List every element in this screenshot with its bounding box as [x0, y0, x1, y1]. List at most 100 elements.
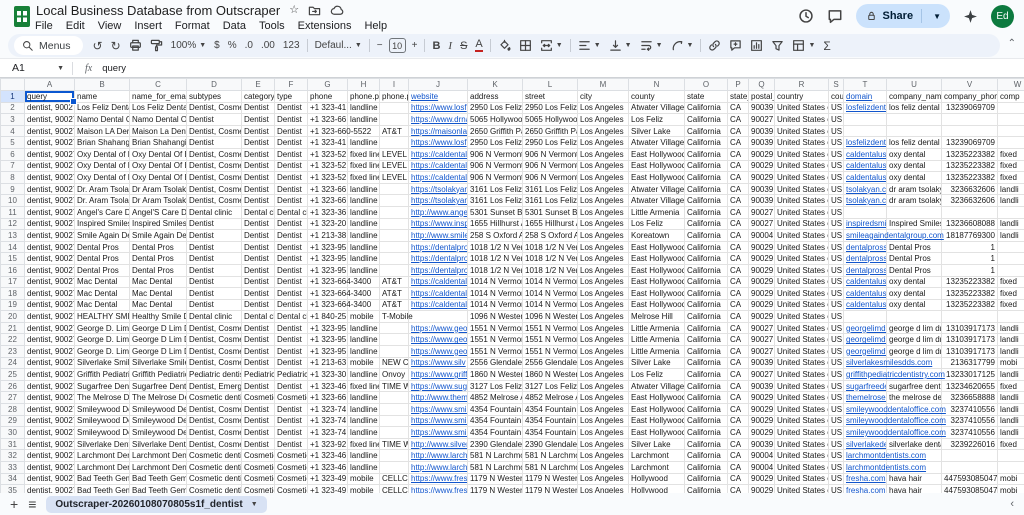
cell-D17[interactable]: Dentist: [186, 275, 242, 289]
cell-H27[interactable]: landline: [347, 391, 380, 405]
cell-R12[interactable]: United States of: [774, 217, 829, 231]
cell-I23[interactable]: [379, 345, 409, 358]
cell-P28[interactable]: CA: [727, 403, 749, 416]
cell-F2[interactable]: Dentist: [274, 101, 308, 115]
cell-P29[interactable]: CA: [727, 414, 749, 428]
menu-file[interactable]: File: [35, 20, 53, 32]
cell-S7[interactable]: US: [828, 159, 844, 173]
cell-L10[interactable]: 3161 Los Feliz E: [522, 194, 578, 207]
cell-D33[interactable]: Cosmetic dentis: [186, 461, 242, 474]
cell-T11[interactable]: [843, 205, 887, 219]
cell-W16[interactable]: [997, 263, 1024, 277]
cell-W34[interactable]: mobi: [997, 472, 1024, 486]
column-header-N[interactable]: N: [628, 78, 685, 91]
cell-N3[interactable]: Los Feliz: [628, 113, 685, 126]
cell-D10[interactable]: Dentist, Cosmeti: [186, 194, 242, 207]
cell-S1[interactable]: coun: [828, 90, 844, 103]
cell-O3[interactable]: California: [684, 113, 728, 126]
cell-C14[interactable]: Dental Pros: [129, 240, 187, 254]
cell-B24[interactable]: Silverlake Smile: [74, 356, 130, 370]
cell-A27[interactable]: dentist, 90027: [24, 391, 75, 405]
cell-D24[interactable]: Dentist, Cosmeti: [186, 356, 242, 370]
cell-O30[interactable]: California: [684, 426, 728, 439]
cell-Q15[interactable]: 90029: [748, 252, 775, 265]
cell-J11[interactable]: http://www.ange: [408, 205, 468, 219]
cell-P2[interactable]: CA: [727, 101, 749, 115]
cell-I12[interactable]: [379, 217, 409, 231]
cell-Q8[interactable]: 90029: [748, 171, 775, 184]
cell-N28[interactable]: East Hollywood: [628, 403, 685, 416]
cell-U15[interactable]: Dental Pros: [886, 252, 942, 265]
cell-B2[interactable]: Los Feliz Dental: [74, 101, 130, 115]
cell-C2[interactable]: Los Feliz Dental: [129, 101, 187, 115]
cell-O15[interactable]: California: [684, 252, 728, 265]
cell-D25[interactable]: Pediatric dentist: [186, 368, 242, 381]
cell-R19[interactable]: United States of: [774, 298, 829, 312]
cell-M28[interactable]: Los Angeles: [577, 403, 629, 416]
cell-V12[interactable]: 13236608088: [941, 217, 998, 231]
cell-O14[interactable]: California: [684, 240, 728, 254]
column-header-F[interactable]: F: [274, 78, 308, 91]
cell-C13[interactable]: Smile Again Der: [129, 229, 187, 242]
cell-W22[interactable]: landli: [997, 333, 1024, 347]
row-header-15[interactable]: 15: [0, 252, 25, 265]
cell-C22[interactable]: George D Lim D: [129, 333, 187, 347]
formula-input[interactable]: query: [102, 63, 126, 74]
menu-help[interactable]: Help: [364, 20, 387, 32]
menu-view[interactable]: View: [98, 20, 122, 32]
cell-G16[interactable]: +1 323-95: [307, 263, 348, 277]
cell-H25[interactable]: landline: [347, 368, 380, 381]
cell-W17[interactable]: fixed: [997, 275, 1024, 289]
cell-J20[interactable]: [408, 310, 468, 323]
cell-N12[interactable]: Los Feliz: [628, 217, 685, 231]
cell-D13[interactable]: Dentist: [186, 229, 242, 242]
cell-V27[interactable]: 3236658888: [941, 391, 998, 405]
menu-tools[interactable]: Tools: [259, 20, 285, 32]
cell-I24[interactable]: NEW CIN: [379, 356, 409, 370]
cell-U18[interactable]: oxy dental: [886, 287, 942, 300]
cell-L12[interactable]: 1655 Hillhurst Av: [522, 217, 578, 231]
cell-K16[interactable]: 1018 1/2 N Verm: [467, 263, 523, 277]
cell-Q5[interactable]: 90039: [748, 136, 775, 149]
cell-V19[interactable]: 13235223382: [941, 298, 998, 312]
cell-R14[interactable]: United States of: [774, 240, 829, 254]
cell-E19[interactable]: Dentist: [241, 298, 275, 312]
cell-A28[interactable]: dentist, 90027: [24, 403, 75, 416]
cell-V14[interactable]: 1: [941, 240, 998, 254]
cell-P8[interactable]: CA: [727, 171, 749, 184]
text-rotation-button[interactable]: ▼: [667, 36, 698, 55]
cell-K2[interactable]: 2950 Los Feliz E: [467, 101, 523, 115]
cell-P10[interactable]: CA: [727, 194, 749, 207]
cell-H16[interactable]: landline: [347, 263, 380, 277]
row-header-11[interactable]: 11: [0, 205, 25, 219]
borders-button[interactable]: [515, 36, 536, 55]
cell-W2[interactable]: [997, 101, 1024, 115]
cell-L8[interactable]: 906 N Vermont /: [522, 171, 578, 184]
cell-I22[interactable]: [379, 333, 409, 347]
cell-U10[interactable]: dr aram tsolakya: [886, 194, 942, 207]
cell-K32[interactable]: 581 N Larchmon: [467, 449, 523, 462]
cell-F1[interactable]: type: [274, 90, 308, 103]
cell-F16[interactable]: Dentist: [274, 263, 308, 277]
cell-Q23[interactable]: 90027: [748, 345, 775, 358]
cell-G4[interactable]: +1 323-660-5522: [307, 124, 371, 138]
more-formats-button[interactable]: 123: [279, 36, 304, 55]
cell-S2[interactable]: US: [828, 101, 844, 115]
cell-C34[interactable]: Bad Teeth Gems: [129, 472, 187, 486]
cell-J27[interactable]: http://www.them: [408, 391, 468, 405]
cell-C35[interactable]: Bad Teeth Gems: [129, 484, 187, 493]
cell-M35[interactable]: Los Angeles: [577, 484, 629, 493]
merge-cells-button[interactable]: ▼: [536, 36, 567, 55]
cell-G30[interactable]: +1 323-74: [307, 426, 348, 439]
cell-I34[interactable]: CELLCO: [379, 472, 409, 486]
cell-R25[interactable]: United States of: [774, 368, 829, 381]
cell-V3[interactable]: [941, 113, 998, 126]
cell-D26[interactable]: Dentist, Emerge: [186, 379, 242, 393]
cell-B32[interactable]: Larchmont Dent: [74, 449, 130, 462]
cell-V4[interactable]: [941, 124, 998, 138]
cell-H7[interactable]: fixed line: [347, 159, 380, 173]
cell-V23[interactable]: 13103917173: [941, 345, 998, 358]
cell-F7[interactable]: Dentist: [274, 159, 308, 173]
cell-G7[interactable]: +1 323-52: [307, 159, 348, 173]
cell-O35[interactable]: California: [684, 484, 728, 493]
